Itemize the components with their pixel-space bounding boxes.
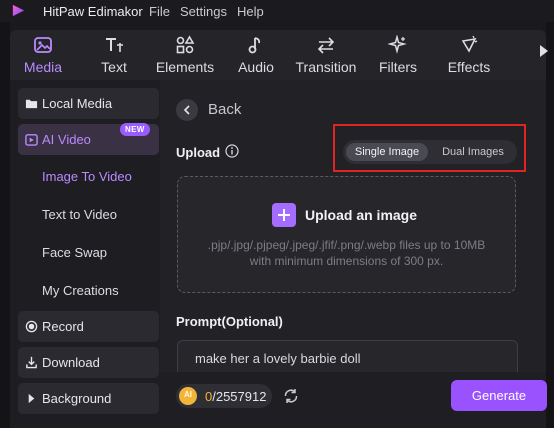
sidebar-subitem-text-to-video[interactable]: Text to Video	[42, 207, 117, 222]
bottom-bar: AI 0/2557912 Generate	[160, 372, 547, 428]
upload-dropzone[interactable]: Upload an image .pjp/.jpg/.pjpeg/.jpeg/.…	[177, 176, 516, 293]
tab-audio[interactable]: Audio	[232, 30, 280, 80]
sidebar-subitem-my-creations[interactable]: My Creations	[42, 283, 119, 298]
menu-help[interactable]: Help	[237, 4, 264, 19]
sidebar-item-label: Background	[42, 391, 112, 406]
audio-icon	[248, 37, 261, 54]
back-label[interactable]: Back	[208, 101, 241, 118]
sidebar-item-local-media[interactable]: Local Media	[18, 88, 159, 119]
tab-text-label: Text	[101, 59, 127, 75]
tab-elements-label: Elements	[155, 59, 215, 75]
tab-text[interactable]: Text	[90, 30, 138, 80]
refresh-icon[interactable]	[282, 387, 300, 405]
record-icon	[25, 320, 38, 333]
dual-images-option[interactable]: Dual Images	[432, 143, 514, 161]
plus-glyph-icon	[278, 209, 290, 221]
upload-hint-formats: .pjp/.jpg/.pjpeg/.jpeg/.jfif/.png/.webp …	[207, 238, 486, 252]
elements-icon	[176, 35, 195, 54]
window-frame-left	[0, 22, 10, 428]
new-badge: NEW	[120, 123, 150, 136]
credits-indicator: AI 0/2557912	[176, 384, 272, 408]
sidebar-item-label: Download	[42, 355, 100, 370]
caret-right-icon	[28, 393, 35, 404]
text-icon	[106, 38, 123, 52]
tab-transition[interactable]: Transition	[294, 30, 358, 80]
title-bar: HitPaw Edimakor File Settings Help	[0, 0, 554, 22]
sidebar-subitem-image-to-video[interactable]: Image To Video	[42, 169, 132, 184]
credits-total: /2557912	[212, 389, 267, 404]
prompt-text: make her a lovely barbie doll	[195, 351, 361, 366]
tab-filters-label: Filters	[378, 59, 418, 75]
media-sidebar: Local Media AI Video NEW Image To Video …	[10, 80, 160, 428]
generate-button[interactable]: Generate	[451, 380, 547, 411]
credit-count: 0/2557912	[205, 389, 266, 404]
chevron-left-icon	[183, 105, 190, 115]
app-logo-icon	[12, 4, 25, 17]
sidebar-subitem-face-swap[interactable]: Face Swap	[42, 245, 107, 260]
back-button[interactable]	[176, 99, 198, 121]
folder-icon	[25, 99, 38, 109]
tab-elements[interactable]: Elements	[155, 30, 215, 80]
prompt-label: Prompt(Optional)	[176, 314, 283, 329]
effects-icon	[461, 35, 478, 53]
sidebar-item-record[interactable]: Record	[18, 311, 159, 342]
sidebar-item-download[interactable]: Download	[18, 347, 159, 378]
image-to-video-panel: Back Upload Single Image Dual Images Upl…	[160, 80, 547, 428]
single-image-option[interactable]: Single Image	[346, 143, 428, 161]
main-toolbar: Media Text Elements Audio Transition Fil…	[10, 30, 548, 80]
window-frame-right	[546, 22, 554, 428]
transition-icon	[317, 37, 335, 54]
mode-toggle: Single Image Dual Images	[343, 140, 517, 164]
sidebar-item-label: Record	[42, 319, 84, 334]
app-title: HitPaw Edimakor	[43, 4, 143, 19]
tab-transition-label: Transition	[295, 59, 357, 75]
tab-effects-label: Effects	[447, 59, 491, 75]
menu-settings[interactable]: Settings	[180, 4, 227, 19]
tab-effects[interactable]: Effects	[442, 30, 496, 80]
upload-title: Upload an image	[305, 207, 418, 223]
menu-file[interactable]: File	[149, 4, 170, 19]
filters-icon	[388, 35, 407, 54]
tab-filters[interactable]: Filters	[374, 30, 422, 80]
upload-label: Upload	[176, 145, 221, 160]
download-icon	[26, 356, 37, 369]
info-icon[interactable]	[225, 144, 239, 158]
coin-label: AI	[184, 390, 192, 399]
media-icon	[34, 37, 52, 53]
tab-media-label: Media	[23, 59, 63, 75]
plus-icon	[272, 203, 296, 227]
sidebar-item-label: Local Media	[42, 96, 113, 111]
upload-hint-dimensions: with minimum dimensions of 300 px.	[249, 254, 444, 268]
sidebar-item-background[interactable]: Background	[18, 383, 159, 414]
ai-video-icon	[25, 134, 38, 146]
tab-audio-label: Audio	[238, 59, 274, 75]
sidebar-item-label: AI Video	[42, 132, 91, 147]
toolbar-scroll-right-icon[interactable]	[540, 45, 548, 57]
tab-media[interactable]: Media	[18, 30, 68, 80]
